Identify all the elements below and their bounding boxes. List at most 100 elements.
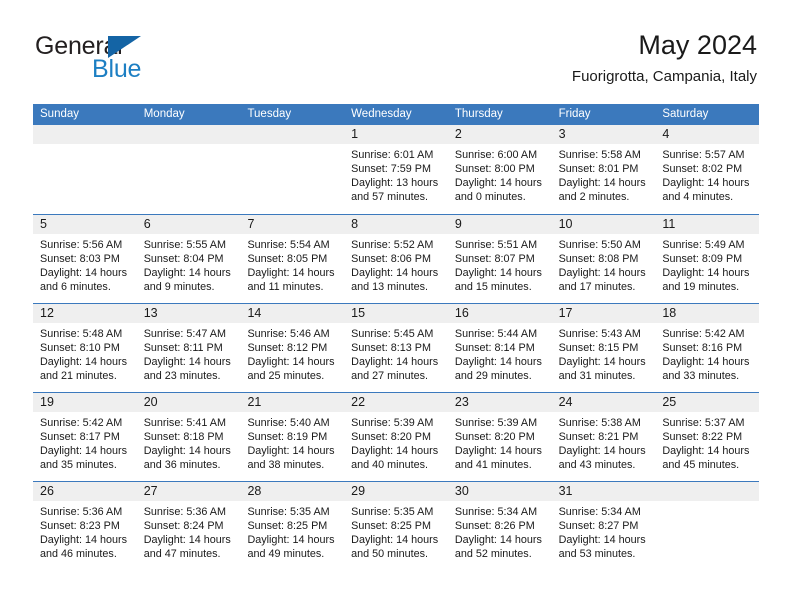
- day-number: 27: [143, 484, 158, 498]
- day-number-band: 26: [33, 482, 137, 501]
- day-detail-line: Daylight: 14 hours: [143, 267, 231, 279]
- day-cell-28[interactable]: 28 Sunrise: 5:35 AM Sunset: 8:25 PM Dayligh…: [240, 482, 345, 570]
- day-cell-12[interactable]: 12 Sunrise: 5:48 AM Sunset: 8:10 PM Dayligh…: [33, 304, 137, 392]
- day-cell-22[interactable]: 22 Sunrise: 5:39 AM Sunset: 8:20 PM Dayligh…: [344, 393, 448, 481]
- day-number: 9: [454, 217, 462, 231]
- day-cell-9[interactable]: 9 Sunrise: 5:51 AM Sunset: 8:07 PM Daylight…: [447, 215, 552, 303]
- day-detail-line: Sunset: 8:16 PM: [662, 342, 743, 354]
- calendar-page: General Blue May 2024 Fuorigrotta, Campa…: [0, 0, 792, 612]
- day-cell-29[interactable]: 29 Sunrise: 5:35 AM Sunset: 8:25 PM Dayligh…: [344, 482, 448, 570]
- day-number-band: 27: [136, 482, 241, 501]
- day-detail-line: and 9 minutes.: [143, 281, 215, 293]
- day-detail-line: Sunset: 8:17 PM: [40, 431, 120, 443]
- week-row: 19 Sunrise: 5:42 AM Sunset: 8:17 PM Dayligh…: [33, 392, 760, 481]
- day-detail-line: Sunrise: 5:51 AM: [454, 239, 538, 251]
- day-detail-line: Daylight: 14 hours: [143, 356, 231, 368]
- day-details: Sunrise: 5:34 AM Sunset: 8:27 PM Daylight:…: [552, 501, 656, 561]
- day-detail-line: Sunrise: 5:44 AM: [454, 328, 538, 340]
- day-detail-line: Sunrise: 5:38 AM: [558, 417, 641, 429]
- day-detail-line: Daylight: 14 hours: [558, 177, 646, 189]
- day-cell-17[interactable]: 17 Sunrise: 5:43 AM Sunset: 8:15 PM Dayligh…: [551, 304, 656, 392]
- day-cell-18[interactable]: 18 Sunrise: 5:42 AM Sunset: 8:16 PM Dayligh…: [655, 304, 760, 392]
- day-detail-line: Sunset: 8:10 PM: [40, 342, 120, 354]
- day-details: Sunrise: 5:42 AM Sunset: 8:17 PM Daylight:…: [33, 412, 137, 472]
- day-detail-line: and 57 minutes.: [351, 191, 428, 203]
- day-number: 3: [558, 127, 566, 141]
- day-detail-line: Sunset: 8:14 PM: [454, 342, 535, 354]
- day-details: Sunrise: 5:34 AM Sunset: 8:26 PM Daylight:…: [448, 501, 552, 561]
- title-block: May 2024 Fuorigrotta, Campania, Italy: [572, 28, 757, 86]
- day-cell-24[interactable]: 24 Sunrise: 5:38 AM Sunset: 8:21 PM Dayligh…: [551, 393, 656, 481]
- day-cell-2[interactable]: 2 Sunrise: 6:00 AM Sunset: 8:00 PM Daylight…: [447, 125, 552, 214]
- day-cell-15[interactable]: 15 Sunrise: 5:45 AM Sunset: 8:13 PM Dayligh…: [344, 304, 448, 392]
- day-cell-23[interactable]: 23 Sunrise: 5:39 AM Sunset: 8:20 PM Dayligh…: [447, 393, 552, 481]
- week-row: 12 Sunrise: 5:48 AM Sunset: 8:10 PM Dayligh…: [33, 303, 760, 392]
- day-detail-line: Sunrise: 5:37 AM: [662, 417, 745, 429]
- day-detail-line: and 46 minutes.: [40, 548, 117, 560]
- day-cell-25[interactable]: 25 Sunrise: 5:37 AM Sunset: 8:22 PM Dayligh…: [655, 393, 760, 481]
- day-detail-line: Daylight: 14 hours: [454, 534, 542, 546]
- day-cell-31[interactable]: 31 Sunrise: 5:34 AM Sunset: 8:27 PM Dayligh…: [551, 482, 656, 570]
- day-cell-21[interactable]: 21 Sunrise: 5:40 AM Sunset: 8:19 PM Dayligh…: [240, 393, 345, 481]
- day-details: Sunrise: 5:36 AM Sunset: 8:24 PM Daylight:…: [137, 501, 241, 561]
- day-detail-line: Daylight: 13 hours: [351, 177, 439, 189]
- day-number-band: 13: [136, 304, 241, 323]
- weekday-header-tuesday: Tuesday: [247, 108, 292, 120]
- day-detail-line: and 6 minutes.: [40, 281, 111, 293]
- day-detail-line: Daylight: 14 hours: [454, 445, 542, 457]
- day-number: 28: [247, 484, 262, 498]
- day-cell-14[interactable]: 14 Sunrise: 5:46 AM Sunset: 8:12 PM Dayligh…: [240, 304, 345, 392]
- day-cell-26[interactable]: 26 Sunrise: 5:36 AM Sunset: 8:23 PM Dayligh…: [33, 482, 137, 570]
- day-details: Sunrise: 5:35 AM Sunset: 8:25 PM Daylight:…: [240, 501, 344, 561]
- day-detail-line: Daylight: 14 hours: [558, 267, 646, 279]
- day-detail-line: Sunset: 8:02 PM: [662, 163, 743, 175]
- weekday-header-wednesday: Wednesday: [351, 108, 412, 120]
- weekday-header-saturday: Saturday: [662, 108, 709, 120]
- day-detail-line: Sunrise: 5:39 AM: [454, 417, 538, 429]
- day-detail-line: Daylight: 14 hours: [143, 534, 231, 546]
- day-detail-line: and 23 minutes.: [143, 370, 221, 382]
- day-number: 25: [662, 395, 677, 409]
- day-detail-line: Sunset: 8:23 PM: [40, 520, 120, 532]
- day-cell-13[interactable]: 13 Sunrise: 5:47 AM Sunset: 8:11 PM Dayligh…: [136, 304, 241, 392]
- day-cell-6[interactable]: 6 Sunrise: 5:55 AM Sunset: 8:04 PM Daylight…: [136, 215, 241, 303]
- day-cell-5[interactable]: 5 Sunrise: 5:56 AM Sunset: 8:03 PM Daylight…: [33, 215, 137, 303]
- day-number: 1: [351, 127, 359, 141]
- day-detail-line: and 36 minutes.: [143, 459, 221, 471]
- general-blue-logo[interactable]: General Blue: [35, 32, 245, 84]
- day-detail-line: Daylight: 14 hours: [351, 267, 439, 279]
- day-cell-20[interactable]: 20 Sunrise: 5:41 AM Sunset: 8:18 PM Dayligh…: [136, 393, 241, 481]
- day-detail-line: and 33 minutes.: [662, 370, 740, 382]
- day-cell-8[interactable]: 8 Sunrise: 5:52 AM Sunset: 8:06 PM Daylight…: [344, 215, 448, 303]
- day-number-band: 21: [240, 393, 345, 412]
- day-number-band: 10: [551, 215, 656, 234]
- day-detail-line: Sunrise: 5:43 AM: [558, 328, 641, 340]
- day-cell-27[interactable]: 27 Sunrise: 5:36 AM Sunset: 8:24 PM Dayligh…: [136, 482, 241, 570]
- day-number-band: 7: [240, 215, 345, 234]
- day-cell-4[interactable]: 4 Sunrise: 5:57 AM Sunset: 8:02 PM Daylight…: [655, 125, 760, 214]
- day-detail-line: Sunrise: 5:47 AM: [143, 328, 226, 340]
- day-details: [655, 501, 759, 505]
- day-cell-11[interactable]: 11 Sunrise: 5:49 AM Sunset: 8:09 PM Dayligh…: [655, 215, 760, 303]
- day-number-band: [240, 125, 345, 144]
- day-cell-19[interactable]: 19 Sunrise: 5:42 AM Sunset: 8:17 PM Dayligh…: [33, 393, 137, 481]
- day-detail-line: and 40 minutes.: [351, 459, 428, 471]
- day-number-band: 18: [655, 304, 760, 323]
- day-details: Sunrise: 5:52 AM Sunset: 8:06 PM Daylight:…: [344, 234, 448, 294]
- day-cell-16[interactable]: 16 Sunrise: 5:44 AM Sunset: 8:14 PM Dayligh…: [447, 304, 552, 392]
- day-cell-7[interactable]: 7 Sunrise: 5:54 AM Sunset: 8:05 PM Daylight…: [240, 215, 345, 303]
- day-number-band: 3: [551, 125, 656, 144]
- day-cell-1[interactable]: 1 Sunrise: 6:01 AM Sunset: 7:59 PM Daylight…: [344, 125, 448, 214]
- day-number-band: 2: [447, 125, 552, 144]
- day-detail-line: Sunset: 8:06 PM: [351, 253, 431, 265]
- day-cell-3[interactable]: 3 Sunrise: 5:58 AM Sunset: 8:01 PM Daylight…: [551, 125, 656, 214]
- calendar-weeks: 1 Sunrise: 6:01 AM Sunset: 7:59 PM Daylight…: [33, 125, 760, 570]
- day-cell-30[interactable]: 30 Sunrise: 5:34 AM Sunset: 8:26 PM Dayligh…: [447, 482, 552, 570]
- day-details: Sunrise: 5:57 AM Sunset: 8:02 PM Daylight:…: [655, 144, 759, 204]
- day-details: Sunrise: 5:38 AM Sunset: 8:21 PM Daylight:…: [552, 412, 656, 472]
- day-cell-10[interactable]: 10 Sunrise: 5:50 AM Sunset: 8:08 PM Dayligh…: [551, 215, 656, 303]
- day-detail-line: and 4 minutes.: [662, 191, 734, 203]
- day-detail-line: Sunset: 8:22 PM: [662, 431, 743, 443]
- day-number: 6: [143, 217, 151, 231]
- day-number: 11: [662, 217, 676, 231]
